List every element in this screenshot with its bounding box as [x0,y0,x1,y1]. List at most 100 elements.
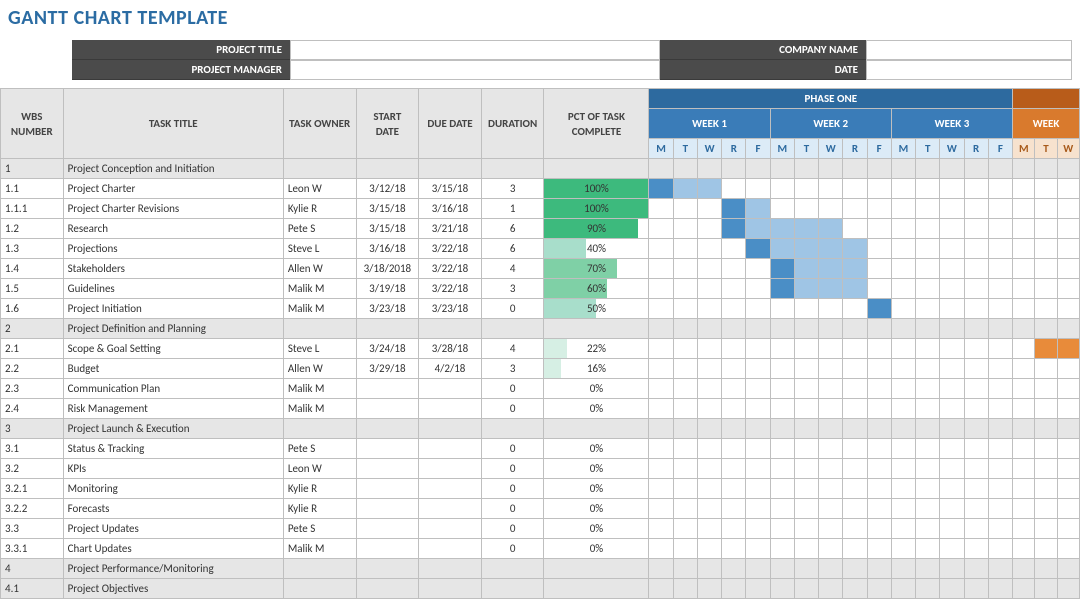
gantt-cell [1035,259,1057,279]
gantt-cell [867,339,891,359]
gantt-cell [673,199,697,219]
hdr-day: W [697,139,721,159]
gantt-cell [819,239,843,259]
cell-owner: Kylie R [283,479,356,499]
gantt-cell [673,299,697,319]
gantt-cell [867,359,891,379]
table-row[interactable]: 4Project Performance/Monitoring [1,559,1080,579]
gantt-cell [673,259,697,279]
hdr-day: W [819,139,843,159]
gantt-cell [673,399,697,419]
gantt-cell [1057,359,1079,379]
gantt-cell [794,259,818,279]
table-row[interactable]: 1.1Project CharterLeon W3/12/183/15/1831… [1,179,1080,199]
hdr-day: F [988,139,1012,159]
table-row[interactable]: 3Project Launch & Execution [1,419,1080,439]
table-row[interactable]: 2.3Communication PlanMalik M00% [1,379,1080,399]
cell-duration: 3 [481,359,544,379]
gantt-cell [1057,479,1079,499]
cell-start: 3/18/2018 [356,259,419,279]
date-input[interactable] [866,60,1072,80]
gantt-cell [722,439,746,459]
gantt-cell [867,459,891,479]
gantt-cell [649,219,673,239]
gantt-cell [988,239,1012,259]
gantt-cell [673,519,697,539]
table-row[interactable]: 1.1.1Project Charter RevisionsKylie R3/1… [1,199,1080,219]
hdr-wbs: WBS NUMBER [1,89,64,159]
gantt-cell [649,239,673,259]
project-title-input[interactable] [290,40,660,60]
cell-pct: 40% [544,239,649,259]
gantt-cell [722,199,746,219]
table-row[interactable]: 2.4Risk ManagementMalik M00% [1,399,1080,419]
cell-due: 3/21/18 [419,219,482,239]
table-row[interactable]: 2.1Scope & Goal SettingSteve L3/24/183/2… [1,339,1080,359]
gantt-cell [988,539,1012,559]
table-row[interactable]: 3.2.1MonitoringKylie R00% [1,479,1080,499]
table-row[interactable]: 1.4StakeholdersAllen W3/18/20183/22/1847… [1,259,1080,279]
gantt-cell [819,459,843,479]
table-row[interactable]: 1.5GuidelinesMalik M3/19/183/22/18360% [1,279,1080,299]
gantt-cell [819,279,843,299]
company-name-input[interactable] [866,40,1072,60]
gantt-cell [794,339,818,359]
table-row[interactable]: 1.2ResearchPete S3/15/183/21/18690% [1,219,1080,239]
gantt-cell [819,519,843,539]
table-row[interactable]: 1.6Project InitiationMalik M3/23/183/23/… [1,299,1080,319]
gantt-cell [770,179,794,199]
gantt-cell [649,279,673,299]
gantt-cell [770,519,794,539]
cell-wbs: 3.2 [1,459,64,479]
gantt-cell [746,299,770,319]
gantt-cell [697,219,721,239]
gantt-cell [649,199,673,219]
gantt-cell [819,299,843,319]
gantt-cell [1035,479,1057,499]
cell-due: 3/15/18 [419,179,482,199]
table-row[interactable]: 3.2.2ForecastsKylie R00% [1,499,1080,519]
cell-start [356,539,419,559]
project-manager-input[interactable] [290,60,660,80]
gantt-cell [867,279,891,299]
cell-start [356,519,419,539]
table-row[interactable]: 1.3ProjectionsSteve L3/16/183/22/18640% [1,239,1080,259]
gantt-cell [819,359,843,379]
gantt-cell [1013,359,1035,379]
table-row[interactable]: 3.2KPIsLeon W00% [1,459,1080,479]
gantt-cell [1057,379,1079,399]
cell-wbs: 2 [1,319,64,339]
gantt-cell [746,279,770,299]
gantt-cell [988,179,1012,199]
cell-owner: Pete S [283,519,356,539]
cell-start [356,439,419,459]
gantt-cell [1057,499,1079,519]
table-row[interactable]: 3.1Status & TrackingPete S00% [1,439,1080,459]
gantt-cell [988,519,1012,539]
cell-duration: 4 [481,259,544,279]
table-row[interactable]: 3.3Project UpdatesPete S00% [1,519,1080,539]
gantt-cell [746,439,770,459]
gantt-cell [867,479,891,499]
gantt-cell [697,399,721,419]
gantt-cell [964,519,988,539]
table-row[interactable]: 1Project Conception and Initiation [1,159,1080,179]
gantt-cell [673,479,697,499]
meta-block: PROJECT TITLE COMPANY NAME PROJECT MANAG… [72,40,1080,80]
table-row[interactable]: 2Project Definition and Planning [1,319,1080,339]
hdr-due: DUE DATE [419,89,482,159]
date-label: DATE [660,60,866,80]
gantt-cell [794,219,818,239]
cell-wbs: 3.2.2 [1,499,64,519]
cell-pct: 0% [544,379,649,399]
gantt-cell [722,339,746,359]
gantt-cell [843,359,867,379]
table-row[interactable]: 3.3.1Chart UpdatesMalik M00% [1,539,1080,559]
table-row[interactable]: 4.1Project Objectives [1,579,1080,599]
gantt-cell [770,239,794,259]
table-row[interactable]: 2.2BudgetAllen W3/29/184/2/18316% [1,359,1080,379]
cell-owner: Leon W [283,459,356,479]
gantt-cell [940,179,964,199]
cell-due: 3/28/18 [419,339,482,359]
cell-owner: Malik M [283,399,356,419]
